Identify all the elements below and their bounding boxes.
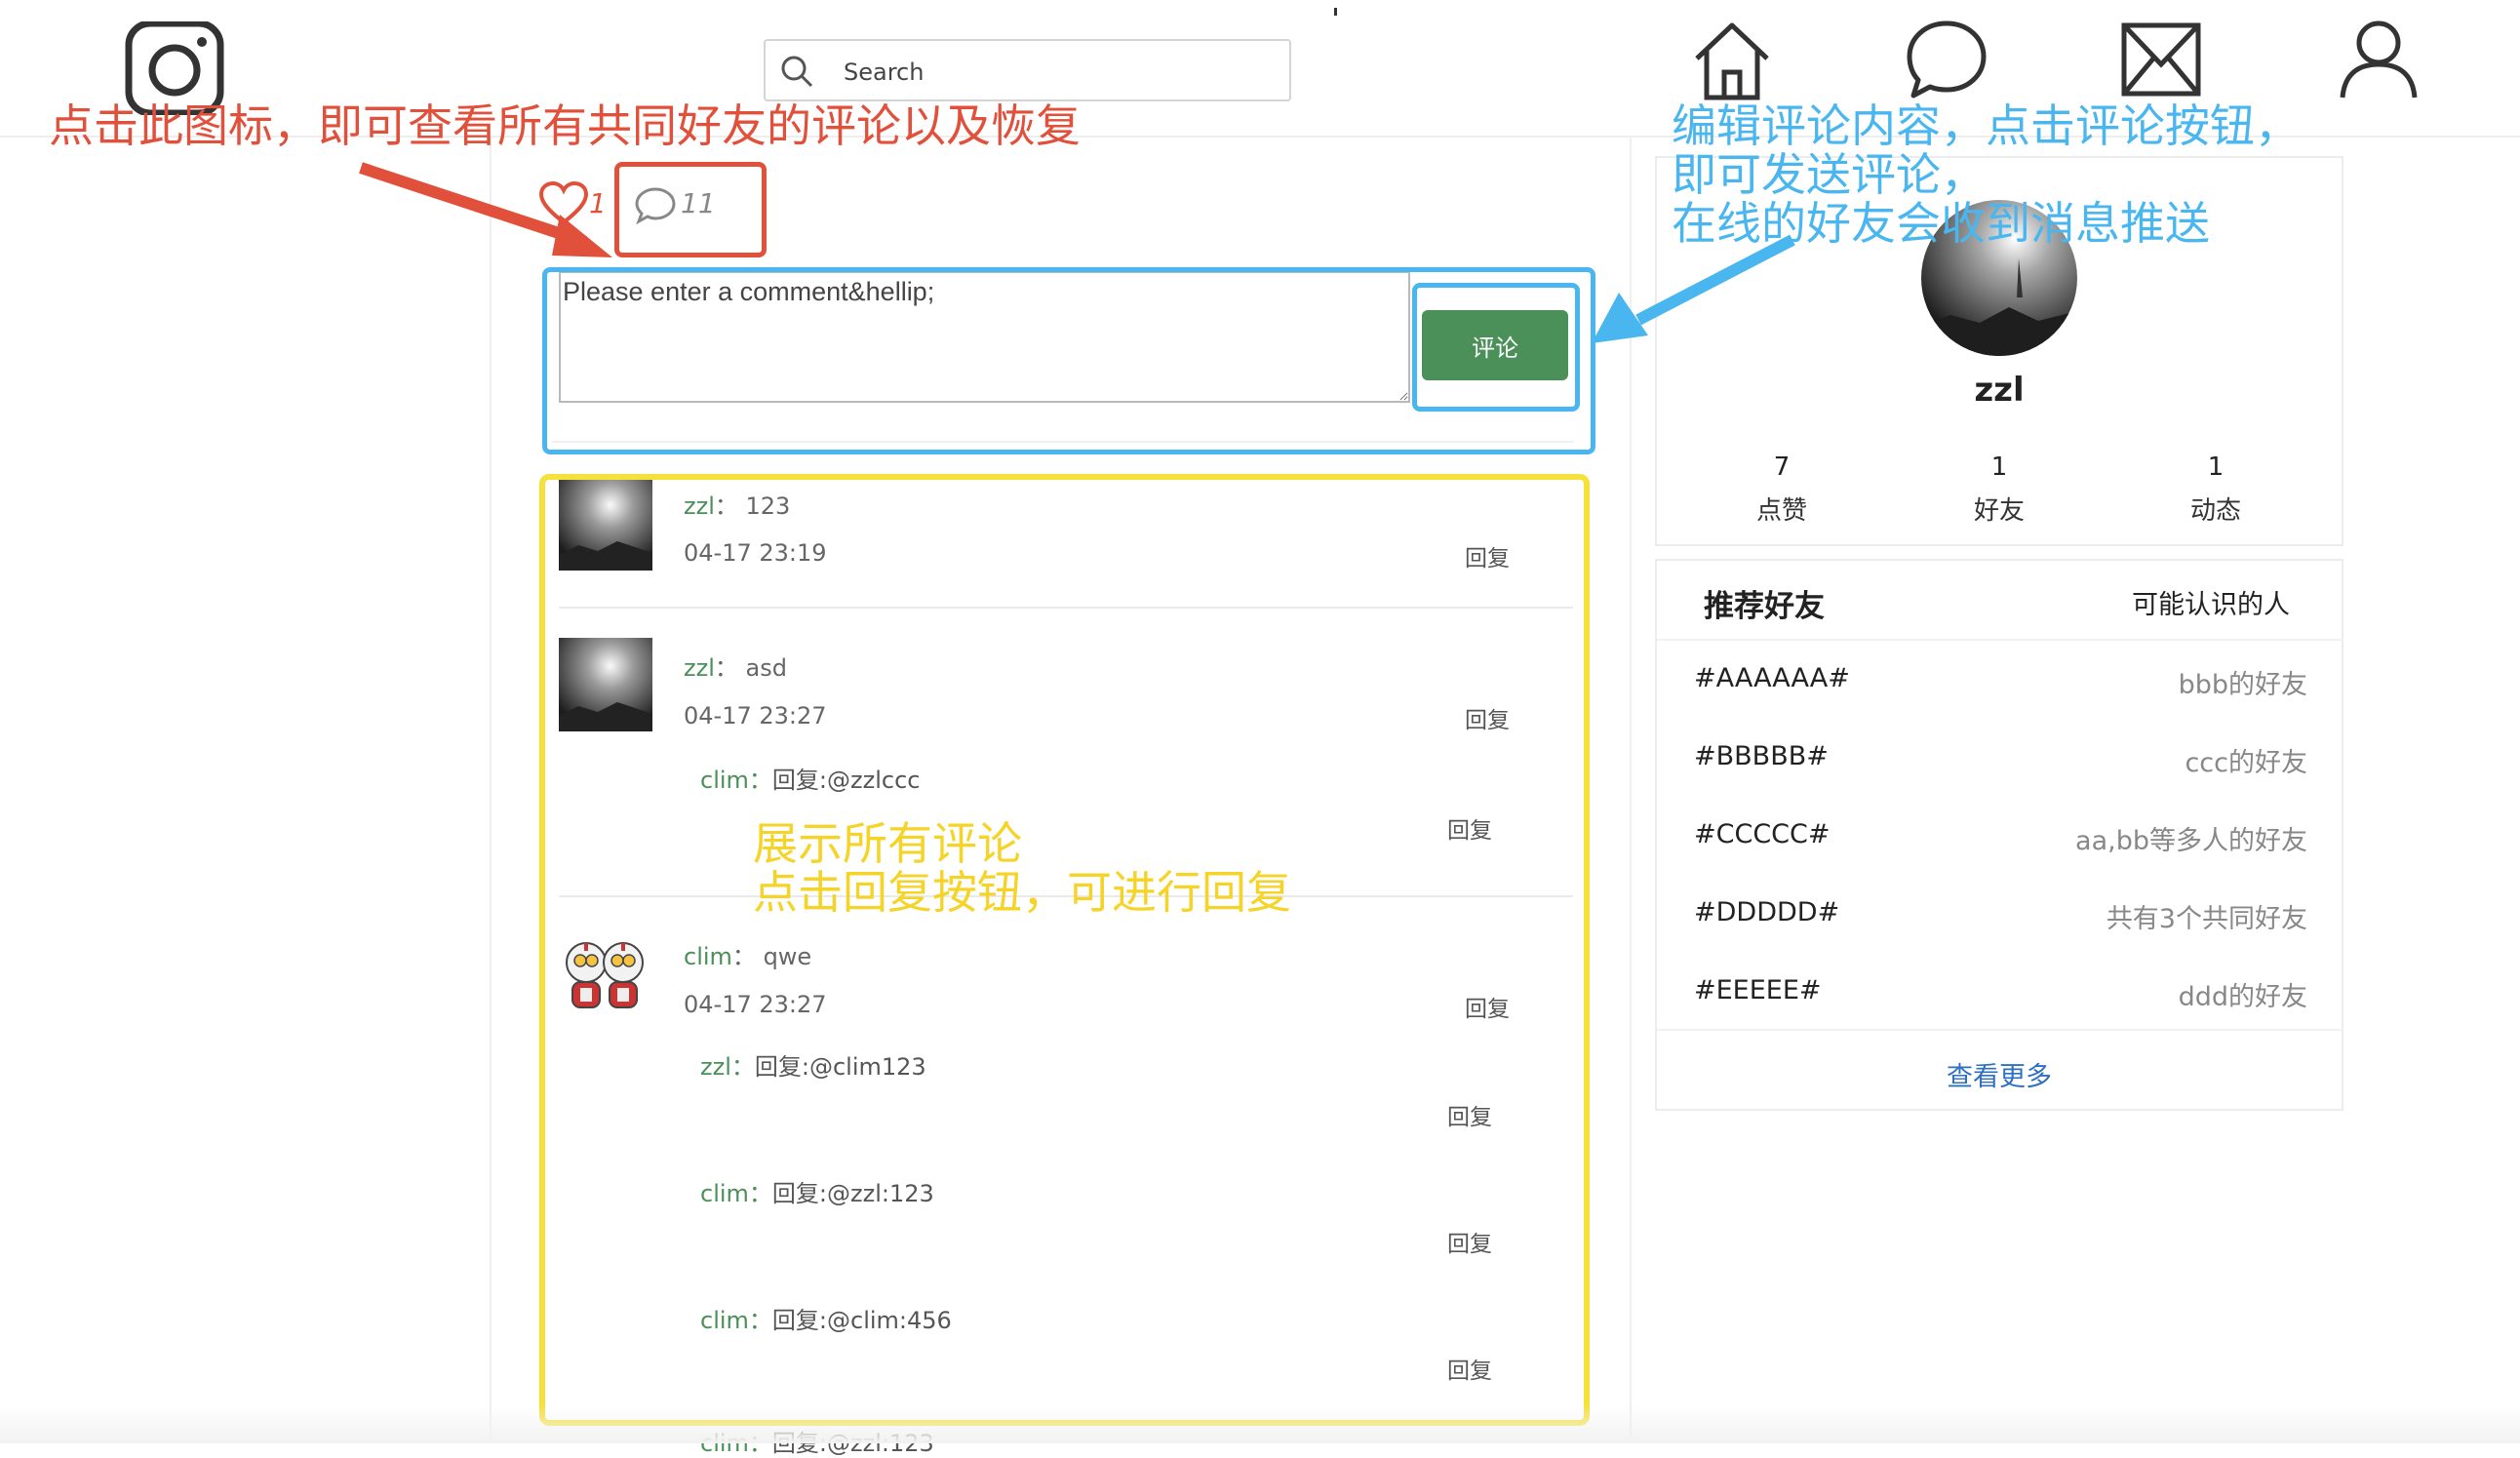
annotation-blue-line3: 在线的好友会收到消息推送 — [1672, 197, 2210, 250]
annotation-yellow-line2: 点击回复按钮，可进行回复 — [753, 866, 1291, 919]
bottom-fade — [0, 1404, 2520, 1443]
annotation-red-text: 点击此图标，即可查看所有共同好友的评论以及恢复 — [49, 99, 1081, 152]
annotation-yellow-line1: 展示所有评论 — [753, 817, 1022, 870]
annotation-blue-line2: 即可发送评论， — [1672, 148, 1986, 201]
annotation-blue-line1: 编辑评论内容，点击评论按钮， — [1672, 99, 2300, 152]
